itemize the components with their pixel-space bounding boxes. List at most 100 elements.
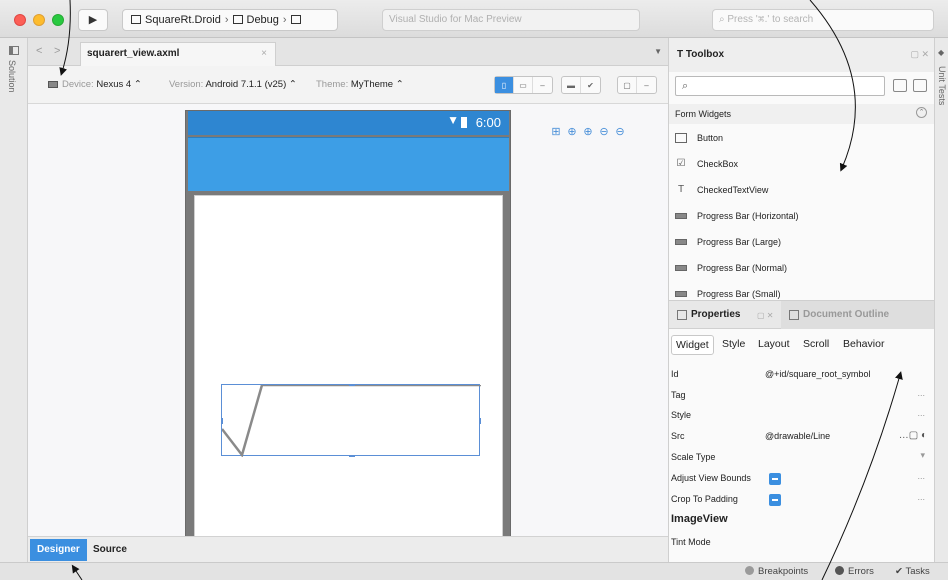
toolbox-item-label: Progress Bar (Small) (697, 289, 781, 299)
more-button[interactable]: ... (917, 408, 925, 418)
breakpoints-button[interactable]: Breakpoints (745, 566, 808, 577)
errors-button[interactable]: Errors (835, 566, 874, 577)
toolbox-item-progressbar-normal[interactable]: Progress Bar (Normal) (669, 258, 934, 280)
toolbox-item-label: Button (697, 133, 724, 143)
tab-document-outline[interactable]: Document Outline (781, 301, 934, 329)
progressbar-icon (675, 213, 687, 219)
property-key: Style (671, 410, 692, 420)
toolbox-item-progressbar-small[interactable]: Progress Bar (Small) (669, 284, 934, 300)
zoom-window-button[interactable] (52, 14, 64, 26)
property-value[interactable]: @+id/square_root_symbol (765, 369, 870, 379)
solution-pad-tab[interactable]: Solution (7, 60, 17, 93)
tab-layout[interactable]: Layout (754, 335, 794, 355)
property-key: Scale Type (671, 452, 716, 462)
tab-scroll[interactable]: Scroll (799, 335, 833, 355)
property-row-tint-mode[interactable]: Tint Mode (669, 533, 934, 553)
view-options-group: ▢ – (617, 76, 657, 94)
property-row-src[interactable]: Src @drawable/Line …▢ ◐ (669, 427, 934, 447)
theme-label: Theme: (316, 79, 349, 90)
zoom-in-icon[interactable]: ⊕ (582, 126, 594, 138)
document-tab[interactable]: squarert_view.axml × (80, 42, 276, 66)
status-bar: Breakpoints Errors ✔ Tasks (0, 562, 948, 580)
solution-pad-icon[interactable] (9, 46, 19, 55)
unit-tests-icon[interactable]: ◆ (938, 48, 944, 57)
zoom-actual-icon[interactable]: ⊕ (566, 126, 578, 138)
resource-picker-icon[interactable]: …▢ ◐ (899, 430, 927, 441)
toolbox-item-progressbar-large[interactable]: Progress Bar (Large) (669, 232, 934, 254)
theme-selector[interactable]: Theme: MyTheme ⌃ (316, 79, 404, 90)
landscape-icon[interactable]: ▭ (514, 77, 533, 93)
grid-view-icon[interactable] (913, 79, 927, 92)
portrait-icon[interactable]: ▯ (495, 77, 514, 93)
tab-designer[interactable]: Designer (30, 539, 87, 561)
breakpoint-icon (745, 566, 754, 575)
minimize-window-button[interactable] (33, 14, 45, 26)
close-window-button[interactable] (14, 14, 26, 26)
more-button[interactable]: ... (917, 388, 925, 398)
text-icon: T (677, 184, 685, 195)
brush-icon[interactable]: ✔ (581, 77, 600, 93)
frame-icon[interactable]: ▢ (618, 77, 637, 93)
toolbox-item-checkedtextview[interactable]: T CheckedTextView (669, 180, 934, 202)
property-row-scale-type[interactable]: Scale Type ▾ (669, 448, 934, 468)
keyboard-icon[interactable]: ▬ (562, 77, 581, 93)
device-selector[interactable]: Device: Nexus 4 ⌃ (48, 79, 142, 90)
chevron-right-icon: › (224, 14, 229, 26)
run-button[interactable]: ▶ (78, 9, 108, 31)
adjust-view-bounds-checkbox[interactable] (769, 473, 781, 485)
build-config: Debug (246, 14, 279, 26)
toolbox-header: T Toolbox ▢ ✕ (669, 38, 934, 72)
property-row-tag[interactable]: Tag ... (669, 386, 934, 406)
tab-style[interactable]: Style (718, 335, 749, 355)
properties-icon (677, 310, 687, 320)
more-button[interactable]: ... (917, 471, 925, 481)
unit-tests-pad-tab[interactable]: Unit Tests (937, 66, 947, 105)
global-search-input[interactable]: ⌕ Press '⌘.' to search (712, 9, 934, 31)
zoom-reset-icon[interactable]: ⊖ (614, 126, 626, 138)
close-tab-icon[interactable]: × (261, 43, 267, 65)
tab-widget[interactable]: Widget (671, 335, 714, 355)
property-row-style[interactable]: Style ... (669, 406, 934, 426)
error-icon (835, 566, 844, 575)
designer-toolbar: Device: Nexus 4 ⌃ Version: Android 7.1.1… (28, 66, 668, 104)
property-row-id[interactable]: Id @+id/square_root_symbol (669, 365, 934, 385)
layout-root[interactable] (194, 195, 503, 536)
toolbox-item-checkbox[interactable]: ☑ CheckBox (669, 154, 934, 176)
android-action-bar (188, 137, 509, 191)
property-value[interactable]: @drawable/Line (765, 431, 830, 441)
property-row-adjust-view-bounds[interactable]: Adjust View Bounds ... (669, 469, 934, 489)
tab-overflow-icon[interactable]: ▼ (654, 47, 662, 56)
chevron-down-icon[interactable]: – (533, 77, 552, 93)
toolbox-item-label: CheckedTextView (697, 185, 769, 195)
toolbox-item-progressbar-horizontal[interactable]: Progress Bar (Horizontal) (669, 206, 934, 228)
selected-imageview[interactable] (221, 384, 481, 457)
checkmark-icon: ✔ (895, 566, 906, 577)
design-surface[interactable]: ▼ 6:00 ⊞ ⊕ ⊕ ⊖ ⊖ (28, 104, 668, 536)
theme-value: MyTheme ⌃ (350, 79, 404, 90)
fit-icon[interactable]: ⊞ (550, 126, 562, 138)
configuration-selector[interactable]: SquareRt.Droid › Debug › (122, 9, 338, 31)
nav-back-button[interactable]: < (36, 45, 42, 57)
collapse-icon[interactable]: ⌃ (916, 107, 927, 118)
pad-controls-icon[interactable]: ▢ ✕ (910, 49, 929, 60)
zoom-out-icon[interactable]: ⊖ (598, 126, 610, 138)
property-categories: Widget Style Layout Scroll Behavior (669, 335, 934, 357)
version-selector[interactable]: Version: Android 7.1.1 (v25) ⌃ (169, 79, 297, 90)
nav-forward-button[interactable]: > (54, 45, 60, 57)
chevron-down-icon[interactable]: – (637, 77, 656, 93)
tasks-button[interactable]: ✔ Tasks (895, 566, 930, 577)
toolbox-item-button[interactable]: Button (669, 128, 934, 150)
tab-behavior[interactable]: Behavior (839, 335, 888, 355)
tab-source[interactable]: Source (86, 539, 134, 561)
more-button[interactable]: ... (917, 492, 925, 502)
chevron-down-icon[interactable]: ▾ (920, 450, 925, 461)
pad-controls-icon[interactable]: ▢ ✕ (757, 311, 773, 320)
property-key: Adjust View Bounds (671, 473, 751, 483)
toolbox-search-input[interactable]: ⌕ (675, 76, 885, 96)
project-name: SquareRt.Droid (145, 14, 221, 26)
list-view-icon[interactable] (893, 79, 907, 92)
toolbox-category[interactable]: Form Widgets ⌃ (669, 104, 934, 124)
properties-header: Properties ▢ ✕ Document Outline (669, 301, 934, 329)
property-row-crop-to-padding[interactable]: Crop To Padding ... (669, 490, 934, 510)
crop-to-padding-checkbox[interactable] (769, 494, 781, 506)
